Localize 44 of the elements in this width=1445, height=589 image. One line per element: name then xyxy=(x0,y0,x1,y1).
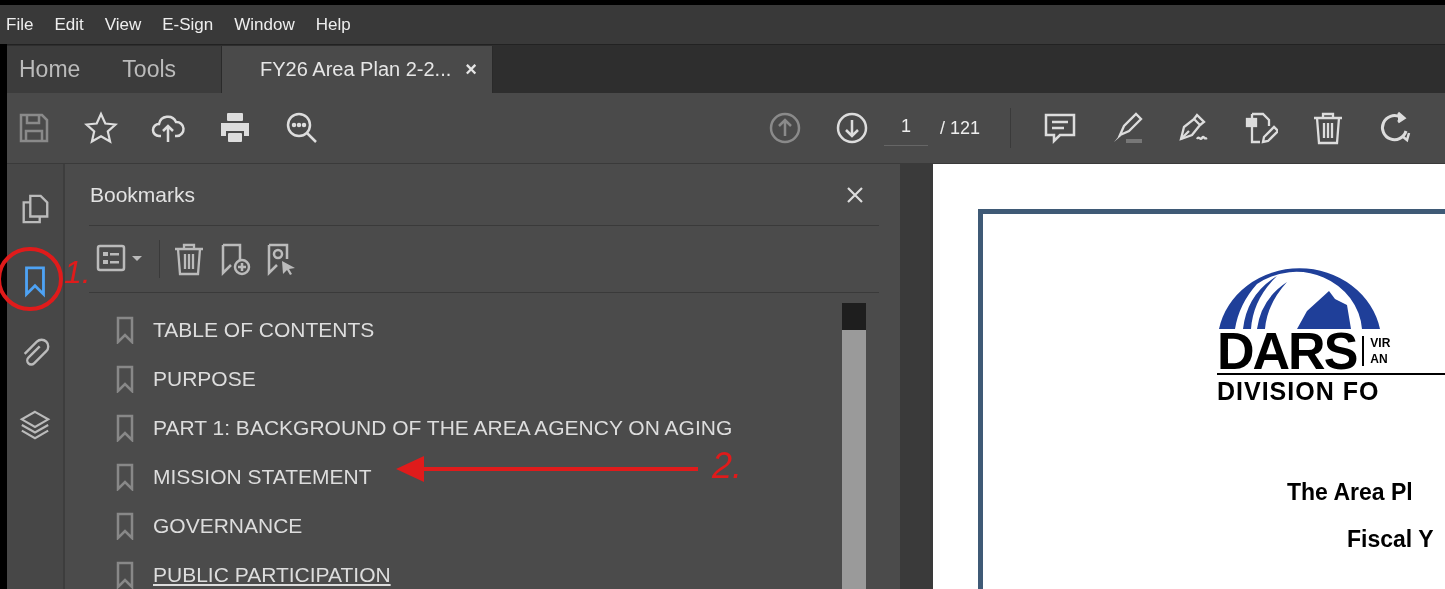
next-page-icon[interactable] xyxy=(834,111,869,145)
print-icon[interactable] xyxy=(218,111,252,145)
zoom-icon[interactable] xyxy=(285,111,319,145)
trash-icon[interactable] xyxy=(1311,111,1345,145)
bookmark-item[interactable]: GOVERNANCE xyxy=(153,513,303,538)
close-icon[interactable]: × xyxy=(465,58,477,81)
tab[interactable]: Tools xyxy=(101,46,222,93)
logo-text: VIR xyxy=(1370,335,1391,351)
bookmark-item[interactable]: MISSION STATEMENT xyxy=(153,464,372,489)
annotation-label: 2. xyxy=(712,446,743,486)
menu-item[interactable]: Help xyxy=(315,14,351,35)
menu-item[interactable]: E-Sign xyxy=(162,14,214,35)
page-number-field[interactable]: 1 xyxy=(883,110,928,146)
menu-item[interactable]: Window xyxy=(234,14,295,35)
document-title: The Area Pl xyxy=(1287,479,1414,506)
logo-text: AN xyxy=(1370,351,1389,367)
page-count: / 121 xyxy=(939,117,980,139)
bookmark-icon xyxy=(115,462,135,491)
annotation-label: 1. xyxy=(64,253,91,292)
bookmark-item[interactable]: PUBLIC PARTICIPATION xyxy=(153,562,391,587)
tab[interactable]: Home xyxy=(7,46,102,93)
trash-icon[interactable] xyxy=(172,242,206,276)
bookmark-icon xyxy=(115,511,135,540)
bookmark-icon xyxy=(115,560,135,589)
bookmark-item[interactable]: PURPOSE xyxy=(153,366,256,391)
menu-item[interactable]: Edit xyxy=(54,14,84,35)
edit-icon[interactable] xyxy=(1244,111,1278,145)
logo-division-text: DIVISION FO xyxy=(1217,373,1445,406)
bookmark-icon xyxy=(115,315,135,344)
rotate-icon[interactable] xyxy=(1378,111,1412,145)
bookmark-item[interactable]: PART 1: BACKGROUND OF THE AREA AGENCY ON AGING xyxy=(153,415,733,440)
tab[interactable]: FY26 Area Plan 2-2... × xyxy=(221,46,494,93)
comment-icon[interactable] xyxy=(1043,111,1077,145)
panel-title: Bookmarks xyxy=(90,182,196,207)
layers-icon[interactable] xyxy=(19,408,51,442)
bookmark-icon xyxy=(115,413,135,442)
bookmark-icon xyxy=(115,364,135,393)
bookmark-item[interactable]: TABLE OF CONTENTS xyxy=(153,317,375,342)
close-icon[interactable] xyxy=(845,184,865,205)
menu-item[interactable]: View xyxy=(104,14,142,35)
menu-item[interactable]: File xyxy=(6,14,34,35)
star-icon[interactable] xyxy=(84,111,118,145)
logo-wordmark: DARS xyxy=(1217,329,1357,373)
document-title: Fiscal Y xyxy=(1347,526,1435,553)
